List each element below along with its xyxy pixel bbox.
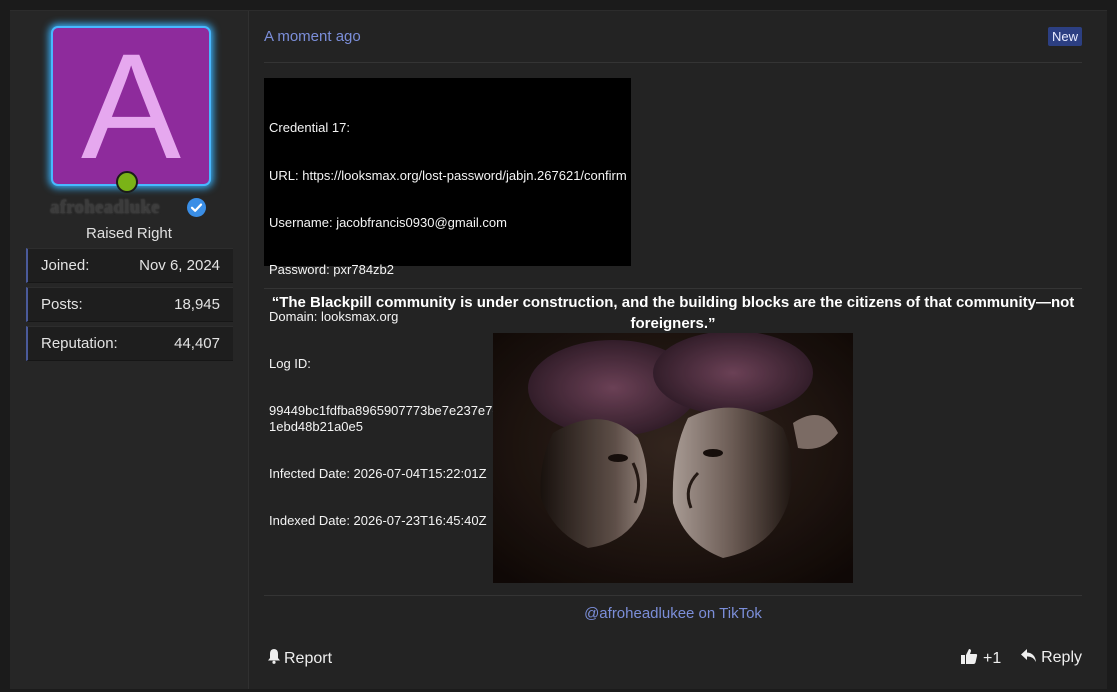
stat-label: Reputation: bbox=[41, 335, 118, 352]
user-sidebar: A afroheadluke Raised Right Joined: Nov … bbox=[10, 11, 249, 689]
stat-label: Posts: bbox=[41, 296, 83, 313]
stat-joined: Joined: Nov 6, 2024 bbox=[26, 248, 233, 283]
credential-line: URL: https://looksmax.org/lost-password/… bbox=[269, 167, 627, 183]
post-image[interactable] bbox=[493, 333, 853, 583]
online-status-dot bbox=[116, 171, 138, 193]
reply-label: Reply bbox=[1041, 649, 1082, 666]
stat-reputation: Reputation: 44,407 bbox=[26, 326, 233, 361]
username-link[interactable]: afroheadluke bbox=[50, 197, 180, 219]
user-title: Raised Right bbox=[86, 225, 172, 242]
stat-value: 44,407 bbox=[174, 335, 220, 352]
thumbs-up-icon bbox=[960, 648, 978, 670]
reply-button[interactable]: Reply bbox=[1020, 648, 1082, 668]
stat-value: 18,945 bbox=[174, 296, 220, 313]
quote-text: “The Blackpill community is under constr… bbox=[271, 294, 1075, 332]
like-button[interactable]: +1 bbox=[960, 648, 1001, 670]
avatar-letter: A bbox=[80, 22, 182, 190]
report-label: Report bbox=[284, 649, 333, 667]
forum-post: A afroheadluke Raised Right Joined: Nov … bbox=[10, 10, 1107, 689]
credential-line: Username: jacobfrancis0930@gmail.com bbox=[269, 214, 507, 230]
avatar[interactable]: A bbox=[51, 26, 211, 186]
bell-icon bbox=[267, 648, 281, 669]
verified-badge-icon bbox=[187, 198, 206, 217]
divider bbox=[264, 62, 1082, 63]
stat-value: Nov 6, 2024 bbox=[139, 257, 220, 274]
stat-label: Joined: bbox=[41, 257, 90, 274]
post-timestamp-link[interactable]: A moment ago bbox=[264, 28, 361, 45]
report-button[interactable]: Report bbox=[267, 648, 332, 669]
reply-arrow-icon bbox=[1020, 648, 1037, 668]
signature-link[interactable]: @afroheadlukee on TikTok bbox=[264, 605, 1082, 622]
like-count: +1 bbox=[983, 650, 1002, 667]
credential-line: Password: pxr784zb2 bbox=[269, 261, 395, 277]
post-main: A moment ago New Credential 17: URL: htt… bbox=[264, 11, 1082, 689]
post-actions: Report +1 Reply bbox=[264, 647, 1082, 669]
divider bbox=[264, 288, 1082, 289]
credential-line: Credential 17: bbox=[269, 120, 350, 136]
signature-divider bbox=[264, 595, 1082, 596]
stat-posts: Posts: 18,945 bbox=[26, 287, 233, 322]
new-badge: New bbox=[1047, 27, 1082, 46]
credential-block: Credential 17: URL: https://looksmax.org… bbox=[264, 78, 631, 528]
